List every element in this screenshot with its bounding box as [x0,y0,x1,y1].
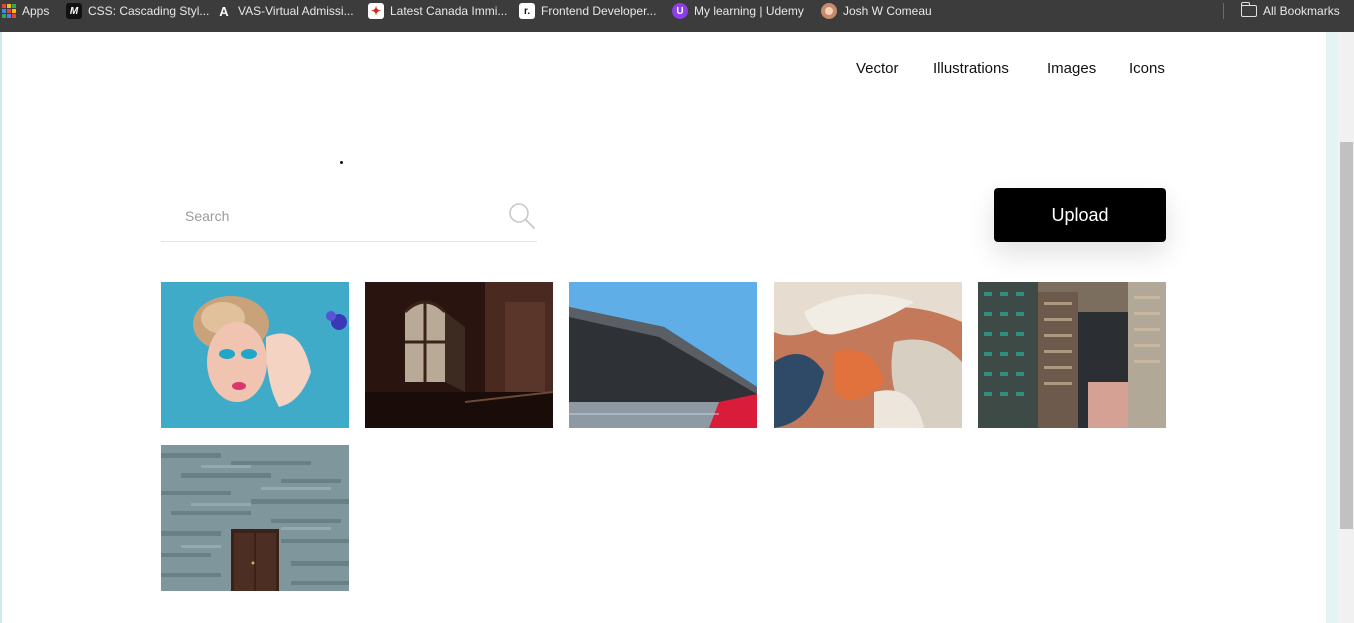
main-nav: Vector Illustrations Images Icons [0,60,1354,82]
image-makeup-portrait [161,282,349,428]
gallery-image-roof-sky[interactable] [569,282,757,428]
page-viewport: Vector Illustrations Images Icons Upload [0,32,1354,623]
gallery-image-dark-window[interactable] [365,282,553,428]
gallery-image-apartment-towers[interactable] [978,282,1166,428]
search-icon[interactable] [508,202,536,230]
bookmark-frontend-developer[interactable]: r. Frontend Developer... [519,0,656,22]
letter-r-icon: r. [519,3,535,19]
bookmark-label: Apps [22,4,50,18]
search-bar [161,192,537,242]
image-roof-sky [569,282,757,428]
letter-a-icon: A [219,3,229,19]
bookmark-josh-comeau[interactable]: Josh W Comeau [821,0,932,22]
nav-item-icons[interactable]: Icons [1129,60,1165,77]
scrollbar-thumb[interactable] [1340,142,1353,529]
apps-grid-icon [2,4,16,18]
image-stone-wall-door [161,445,349,591]
upload-button[interactable]: Upload [994,188,1166,242]
nav-item-illustrations[interactable]: Illustrations [933,60,1009,77]
folder-icon [1240,2,1257,17]
search-input[interactable] [161,202,491,230]
bookmark-label: My learning | Udemy [694,4,804,18]
bookmark-apps[interactable]: Apps [2,0,49,22]
image-dark-window [365,282,553,428]
bookmark-label: Josh W Comeau [843,4,932,18]
bookmark-label: Latest Canada Immi... [390,4,508,18]
bookmark-udemy[interactable]: U My learning | Udemy [672,0,804,22]
avatar-icon [821,3,837,19]
bookmark-label: VAS-Virtual Admissi... [238,4,354,18]
all-bookmarks-button[interactable]: All Bookmarks [1240,0,1340,22]
bookmark-label: CSS: Cascading Styl... [88,4,210,18]
bookmark-css[interactable]: M CSS: Cascading Styl... [66,0,209,22]
nav-item-vector[interactable]: Vector [856,60,899,77]
bookmark-canada-immigration[interactable]: ✦ Latest Canada Immi... [368,0,507,22]
maple-leaf-icon: ✦ [368,3,384,19]
gallery-image-aerial-terrain[interactable] [774,282,962,428]
page-frame-left [0,32,2,623]
bookmarks-divider [1223,3,1224,19]
letter-m-icon: M [66,3,82,19]
all-bookmarks-label: All Bookmarks [1263,4,1340,18]
image-aerial-terrain [774,282,962,428]
page-frame-right [1326,32,1338,623]
gallery-image-makeup-portrait[interactable] [161,282,349,428]
gallery-image-stone-wall-door[interactable] [161,445,349,591]
nav-item-images[interactable]: Images [1047,60,1096,77]
udemy-icon: U [672,3,688,19]
image-apartment-towers [978,282,1166,428]
decorative-dot [340,161,343,164]
bookmarks-bar: Apps M CSS: Cascading Styl... A VAS-Virt… [0,0,1354,32]
bookmark-label: Frontend Developer... [541,4,657,18]
bookmark-vas[interactable]: A VAS-Virtual Admissi... [216,0,354,22]
